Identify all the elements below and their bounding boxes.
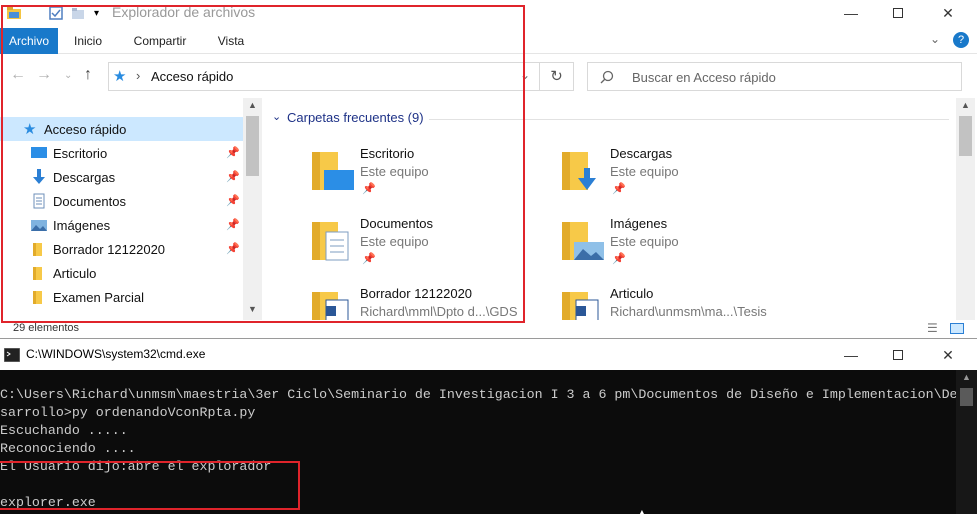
- pin-icon: 📌: [612, 253, 626, 265]
- mouse-cursor-icon: ▲: [636, 506, 648, 514]
- tile-name: Articulo: [610, 286, 654, 301]
- tile-location: Este equipo: [610, 234, 679, 249]
- search-input[interactable]: Buscar en Acceso rápido: [587, 62, 962, 91]
- search-icon: [600, 70, 614, 84]
- tile-location: Richard\unmsm\ma...\Tesis: [610, 304, 767, 319]
- search-placeholder: Buscar en Acceso rápido: [632, 70, 776, 85]
- highlight-box: [1, 5, 525, 323]
- refresh-button[interactable]: ↻: [540, 62, 574, 91]
- close-icon: ✕: [942, 4, 954, 21]
- pictures-folder-icon: [562, 222, 604, 260]
- close-button[interactable]: ✕: [925, 0, 971, 26]
- tile-descargas[interactable]: Descargas Este equipo 📌: [562, 142, 802, 208]
- minimize-button[interactable]: —: [828, 0, 874, 26]
- tile-imagenes[interactable]: Imágenes Este equipo 📌: [562, 212, 802, 278]
- pin-icon: 📌: [612, 183, 626, 195]
- scroll-up-icon[interactable]: ▲: [962, 372, 971, 382]
- cmd-maximize-button[interactable]: [875, 342, 921, 368]
- help-icon[interactable]: ?: [953, 32, 969, 48]
- tile-articulo[interactable]: Articulo Richard\unmsm\ma...\Tesis: [562, 282, 802, 320]
- minimize-icon: —: [844, 5, 858, 21]
- close-icon: ✕: [942, 346, 954, 363]
- folder-icon: [562, 292, 599, 320]
- file-explorer-window: ▾ Explorador de archivos — ✕ Archivo Ini…: [0, 0, 977, 340]
- cmd-scrollbar[interactable]: ▲: [956, 370, 977, 514]
- scroll-up-icon[interactable]: ▲: [961, 100, 970, 110]
- maximize-icon: [893, 350, 903, 360]
- maximize-button[interactable]: [875, 0, 921, 26]
- highlight-box: [0, 461, 300, 510]
- large-icons-view-icon[interactable]: [950, 323, 964, 334]
- details-view-icon[interactable]: ☰: [927, 321, 938, 335]
- cmd-title: C:\WINDOWS\system32\cmd.exe: [26, 347, 206, 361]
- cmd-console[interactable]: C:\Users\Richard\unmsm\maestria\3er Cicl…: [0, 370, 977, 514]
- tile-name: Imágenes: [610, 216, 668, 231]
- minimize-icon: —: [844, 347, 858, 363]
- scroll-thumb[interactable]: [960, 388, 973, 406]
- maximize-icon: [893, 8, 903, 18]
- console-line: Reconociendo ....: [0, 441, 136, 456]
- downloads-folder-icon: [562, 152, 596, 190]
- expand-ribbon-icon[interactable]: ⌄: [930, 32, 940, 46]
- scroll-thumb[interactable]: [959, 116, 972, 156]
- console-line: sarrollo>py ordenandoVconRpta.py: [0, 405, 256, 420]
- cmd-window: C:\WINDOWS\system32\cmd.exe — ✕ C:\Users…: [0, 338, 977, 514]
- refresh-icon: ↻: [550, 68, 563, 85]
- cmd-icon: [4, 348, 20, 362]
- cmd-title-bar: C:\WINDOWS\system32\cmd.exe — ✕: [0, 338, 977, 370]
- item-count: 29 elementos: [13, 322, 80, 334]
- tile-location: Este equipo: [610, 164, 679, 179]
- console-line: C:\Users\Richard\unmsm\maestria\3er Cicl…: [0, 387, 958, 402]
- cmd-minimize-button[interactable]: —: [828, 342, 874, 368]
- tile-name: Descargas: [610, 146, 673, 161]
- content-scrollbar[interactable]: ▲: [956, 98, 975, 320]
- cmd-close-button[interactable]: ✕: [925, 342, 971, 368]
- console-line: Escuchando .....: [0, 423, 128, 438]
